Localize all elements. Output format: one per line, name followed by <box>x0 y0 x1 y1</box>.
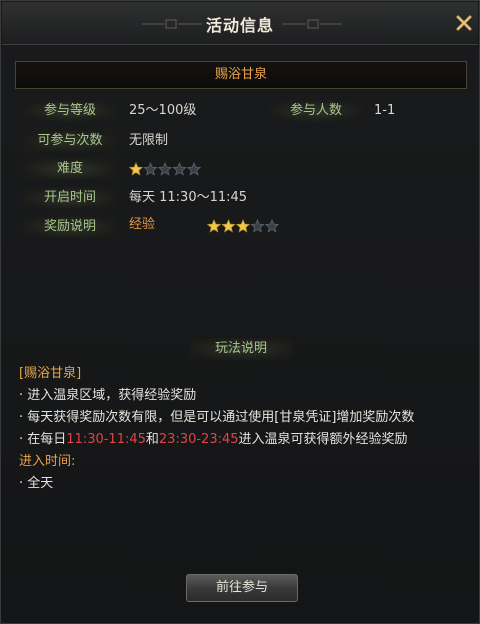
difficulty-star-empty-icon <box>157 162 173 176</box>
difficulty-star-empty-icon <box>172 162 187 176</box>
open-time-label: 开启时间 <box>23 187 117 209</box>
rules-line-1: · 进入温泉区域，获得经验奖励 <box>19 388 197 403</box>
reward-stars <box>207 219 280 233</box>
difficulty-label: 难度 <box>23 158 117 180</box>
reward-star-filled-icon <box>207 219 222 233</box>
reward-label: 奖励说明 <box>23 216 117 238</box>
level-label: 参与等级 <box>23 100 117 122</box>
players-label: 参与人数 <box>269 100 363 122</box>
rules-line-3: · 在每日11:30-11:45和23:30-23:45进入温泉可获得额外经验奖… <box>19 429 469 451</box>
activity-name-bar: 赐浴甘泉 <box>15 61 467 89</box>
players-value: 1-1 <box>374 103 396 118</box>
level-value: 25～100级 <box>129 103 197 118</box>
times-label: 可参与次数 <box>23 130 117 152</box>
rules-line-3-and: 和 <box>145 432 159 447</box>
title-bar: 活动信息 <box>2 2 478 45</box>
title-ornament-right <box>282 19 342 29</box>
rules-description: [赐浴甘泉] · 进入温泉区域，获得经验奖励 · 每天获得奖励次数有限，但是可以… <box>19 363 469 495</box>
enter-time-label: 进入时间: <box>19 454 76 469</box>
difficulty-stars <box>129 162 202 176</box>
reward-star-empty-icon <box>264 219 280 233</box>
reward-star-filled-icon <box>221 219 236 233</box>
reward-star-empty-icon <box>250 219 265 233</box>
close-icon[interactable] <box>454 13 474 33</box>
rules-line-2: · 每天获得奖励次数有限，但是可以通过使用[甘泉凭证]增加奖励次数 <box>19 410 415 425</box>
reward-star-filled-icon <box>235 219 251 233</box>
enter-time-value: · 全天 <box>19 476 54 491</box>
window-title: 活动信息 <box>205 16 274 35</box>
activity-info-window: 活动信息 赐浴甘泉 参与等级 25～100级 参与人数 1-1 可参与次数 无限… <box>0 0 480 624</box>
bonus-time-2: 23:30-23:45 <box>158 432 239 447</box>
difficulty-star-empty-icon <box>143 162 158 176</box>
rules-title: 玩法说明 <box>189 338 293 360</box>
times-value: 无限制 <box>129 133 169 148</box>
join-button[interactable]: 前往参与 <box>186 574 298 602</box>
rules-line-3-suffix: 进入温泉可获得额外经验奖励 <box>238 432 408 447</box>
open-time-value: 每天 11:30～11:45 <box>129 190 248 205</box>
difficulty-star-empty-icon <box>186 162 202 176</box>
difficulty-star-filled-icon <box>129 162 144 176</box>
bonus-time-1: 11:30-11:45 <box>66 432 146 447</box>
reward-name: 经验 <box>129 217 156 232</box>
rules-line-3-prefix: · 在每日 <box>19 432 67 447</box>
rules-heading: [赐浴甘泉] <box>19 366 82 381</box>
